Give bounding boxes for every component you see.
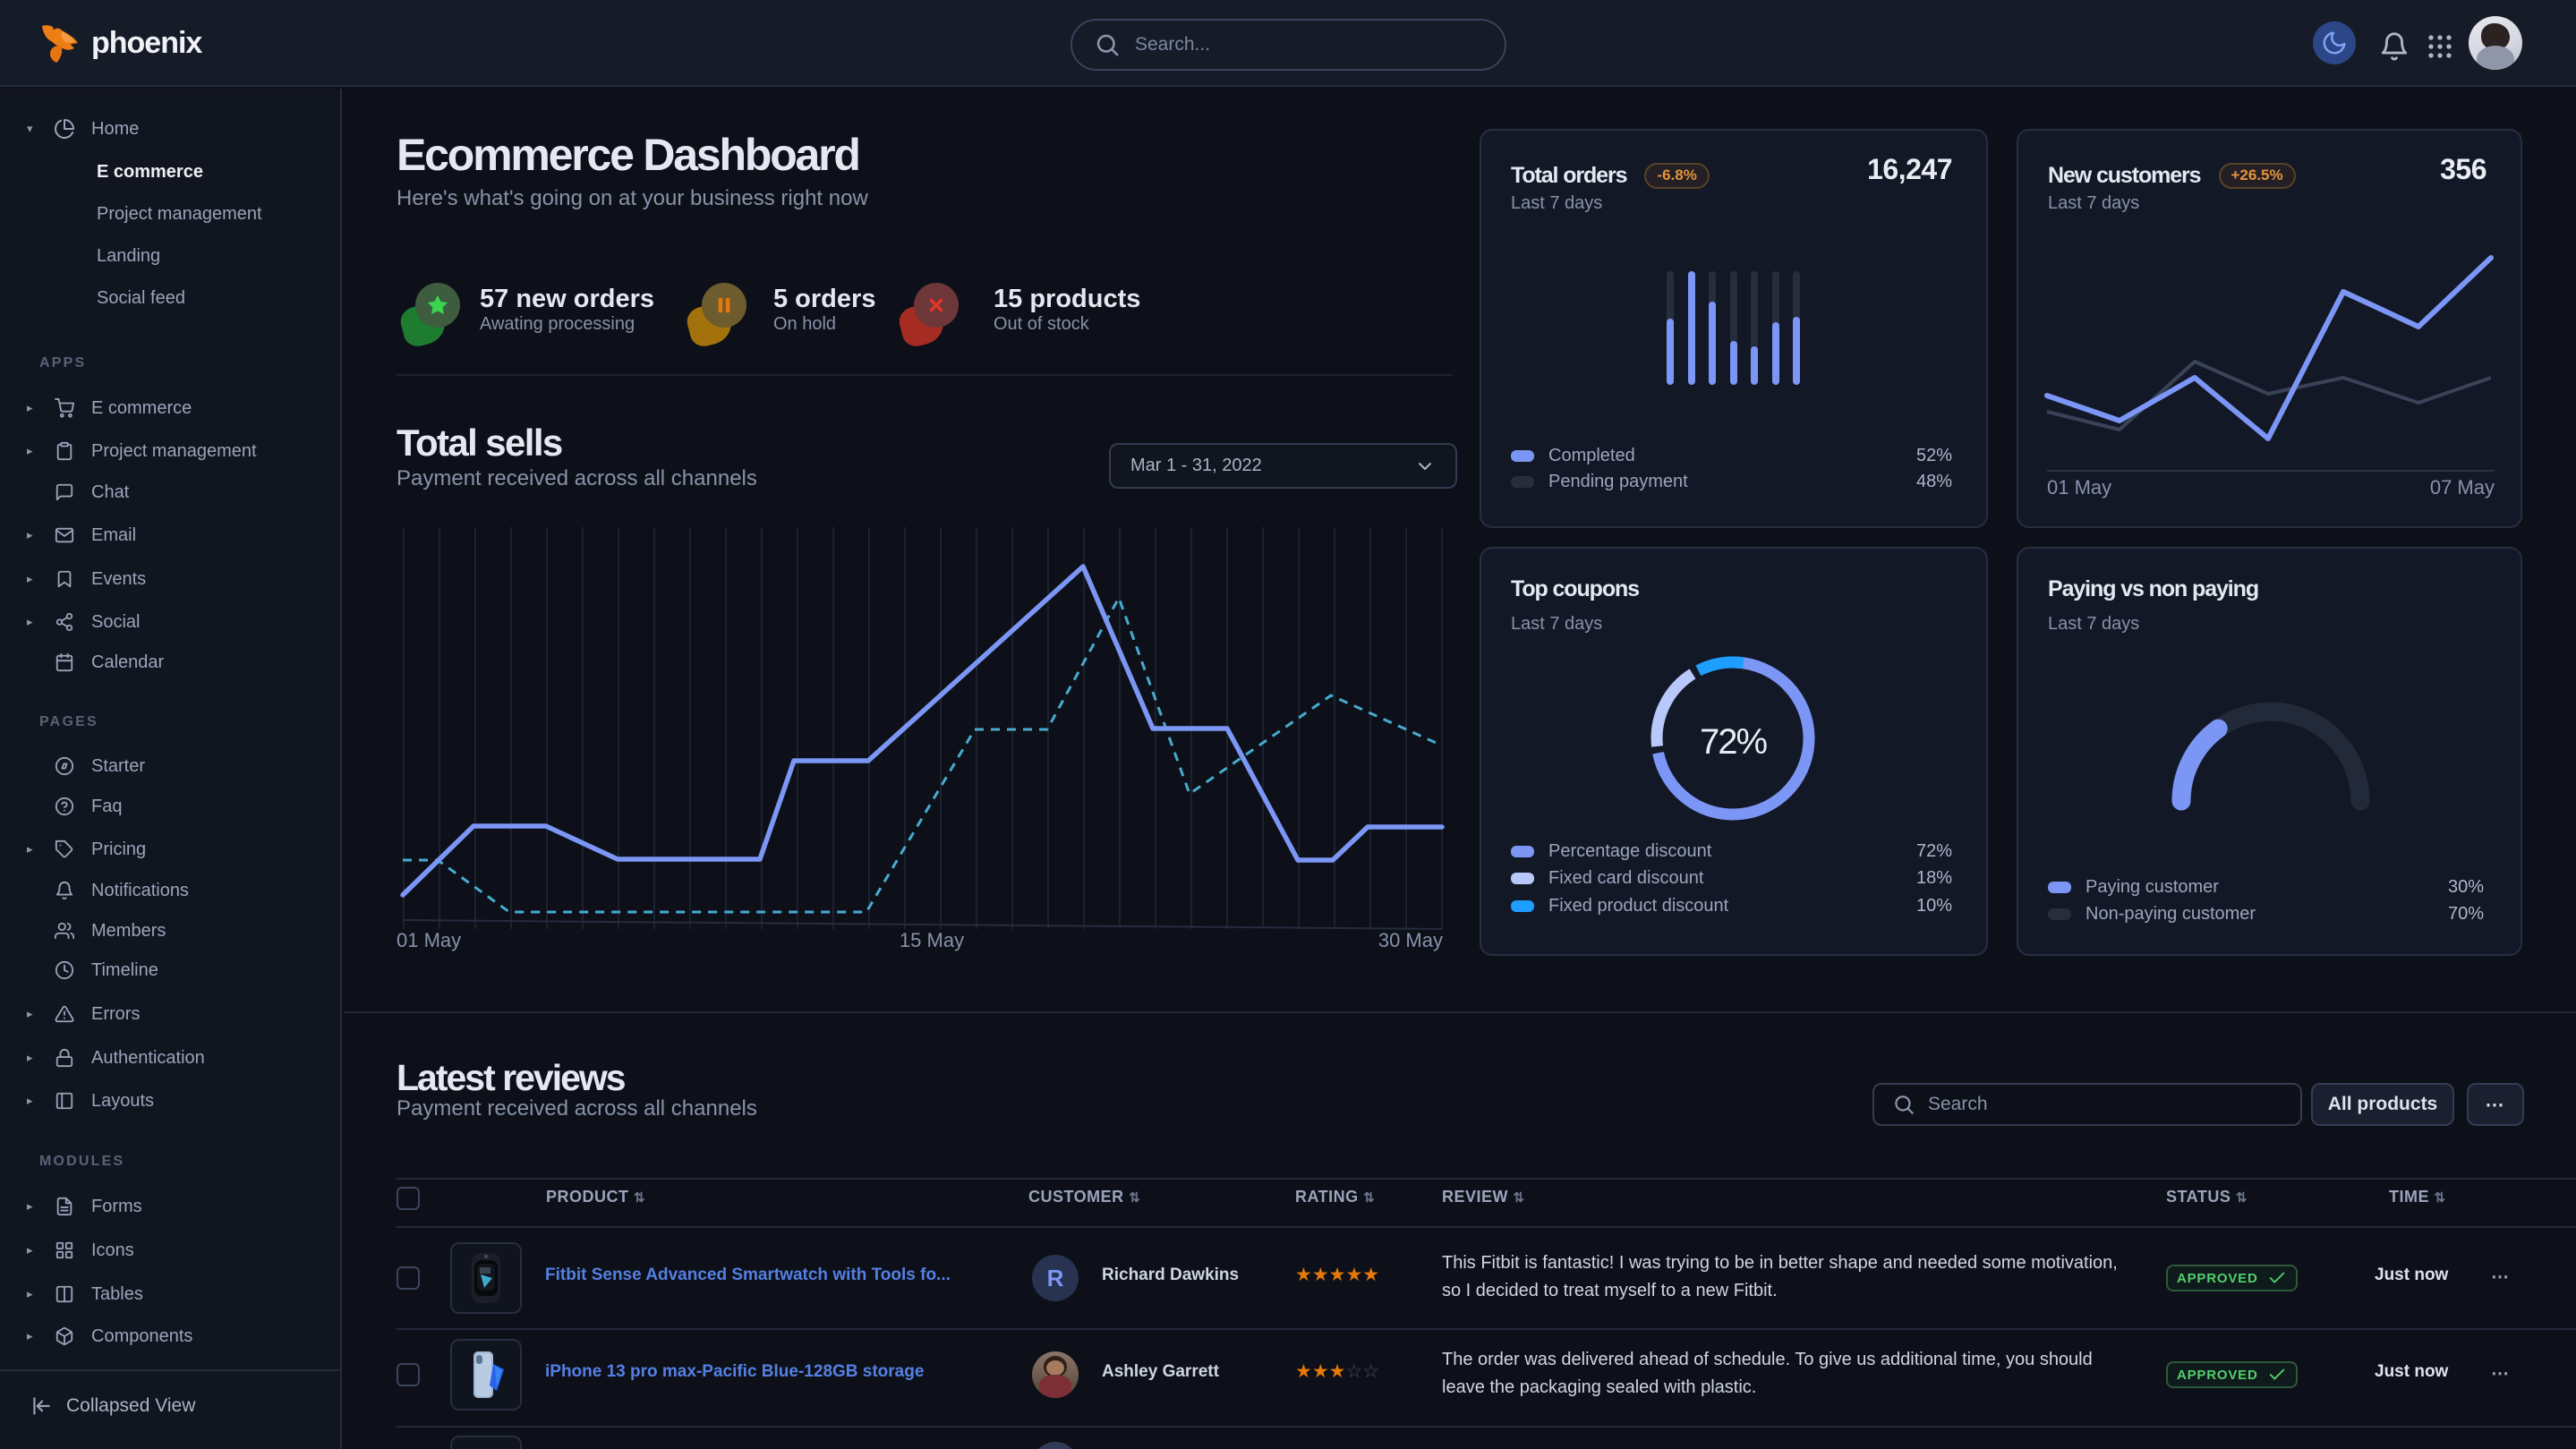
svg-text:72%: 72%	[1700, 722, 1767, 762]
svg-text:30 May: 30 May	[1378, 929, 1443, 951]
svg-text:15 May: 15 May	[900, 929, 964, 951]
svg-text:07 May: 07 May	[2430, 476, 2495, 499]
svg-text:01 May: 01 May	[397, 929, 461, 951]
svg-text:01 May: 01 May	[2047, 476, 2111, 499]
